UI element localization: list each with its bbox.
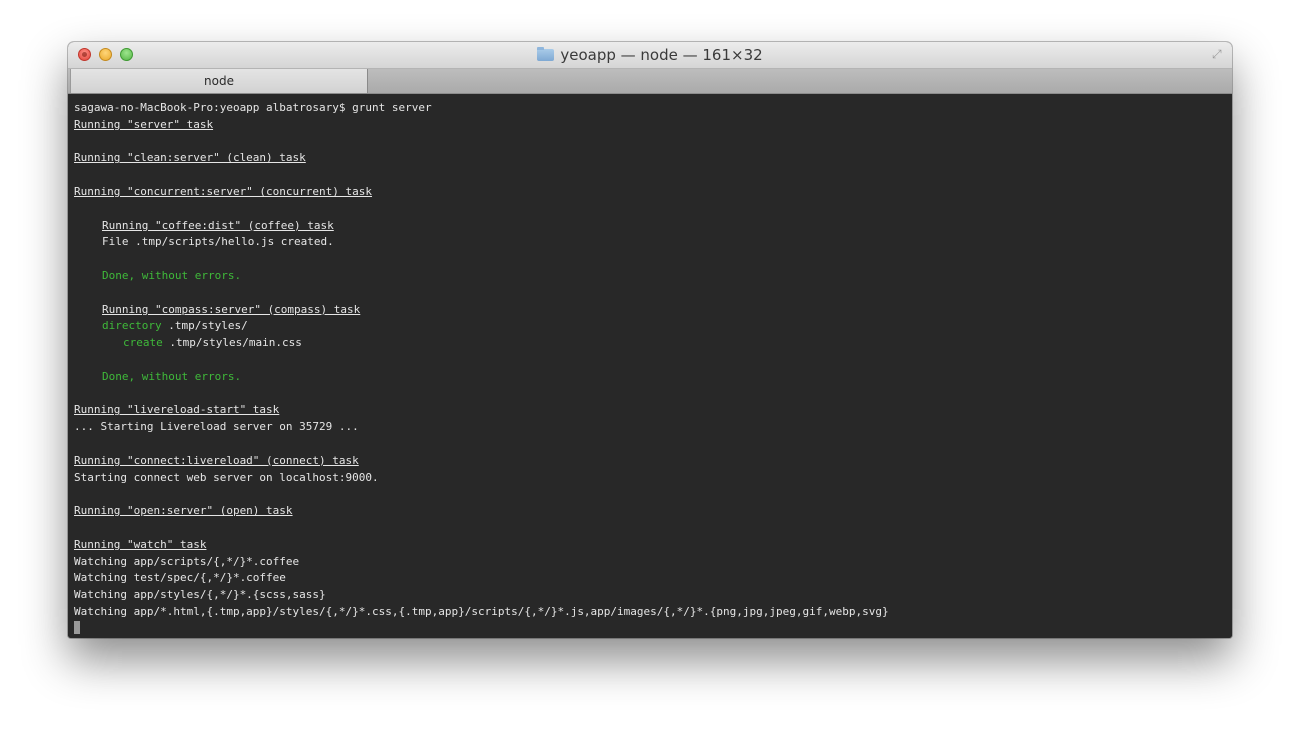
terminal-line-prompt: sagawa-no-MacBook-Pro:yeoapp albatrosary… <box>74 101 432 114</box>
terminal-line-output: Watching app/styles/{,*/}*.{scss,sass} <box>74 588 326 602</box>
terminal-line-task-header: Running "open:server" (open) task <box>74 504 293 518</box>
terminal-line-output: ... Starting Livereload server on 35729 … <box>74 420 359 434</box>
window-title: yeoapp — node — 161×32 <box>560 46 763 64</box>
terminal-line-output: Watching test/spec/{,*/}*.coffee <box>74 571 286 585</box>
tab-node[interactable]: node <box>70 69 368 93</box>
terminal-line-task-header: Running "server" task <box>74 117 214 131</box>
terminal-cursor <box>74 620 80 634</box>
tab-bar: node <box>68 69 1232 94</box>
terminal-line-output: Starting connect web server on localhost… <box>74 470 379 484</box>
compass-directory-label: directory <box>102 319 162 333</box>
terminal-output[interactable]: sagawa-no-MacBook-Pro:yeoapp albatrosary… <box>68 94 1232 638</box>
window-title-container: yeoapp — node — 161×32 <box>68 42 1232 68</box>
folder-icon <box>537 47 555 61</box>
terminal-line-task-header: Running "clean:server" (clean) task <box>74 151 306 165</box>
terminal-line-task-header: Running "concurrent:server" (concurrent)… <box>74 184 373 198</box>
terminal-cursor-line <box>74 620 1226 638</box>
terminal-line-success: Done, without errors. <box>102 369 242 383</box>
compass-create-label: create <box>123 336 163 350</box>
terminal-line-task-header: Running "coffee:dist" (coffee) task <box>102 218 334 232</box>
terminal-line-output: create .tmp/styles/main.css <box>74 335 1226 352</box>
title-bar[interactable]: yeoapp — node — 161×32 ⤢ <box>68 42 1232 69</box>
terminal-window: yeoapp — node — 161×32 ⤢ node sagawa-no-… <box>68 42 1232 638</box>
fullscreen-icon[interactable]: ⤢ <box>1212 48 1224 60</box>
terminal-line-output: File .tmp/scripts/hello.js created. <box>102 235 334 249</box>
compass-create-path: .tmp/styles/main.css <box>169 336 302 350</box>
terminal-line-output: directory .tmp/styles/ <box>74 318 1226 335</box>
terminal-line-output: Watching app/*.html,{.tmp,app}/styles/{,… <box>74 604 889 618</box>
terminal-line-output: Watching app/scripts/{,*/}*.coffee <box>74 554 300 568</box>
terminal-line-task-header: Running "livereload-start" task <box>74 403 280 417</box>
compass-directory-path: .tmp/styles/ <box>168 319 248 333</box>
terminal-line-success: Done, without errors. <box>102 268 242 282</box>
terminal-line-task-header: Running "connect:livereload" (connect) t… <box>74 453 359 467</box>
terminal-line-task-header: Running "compass:server" (compass) task <box>102 302 361 316</box>
terminal-line-task-header: Running "watch" task <box>74 537 207 551</box>
